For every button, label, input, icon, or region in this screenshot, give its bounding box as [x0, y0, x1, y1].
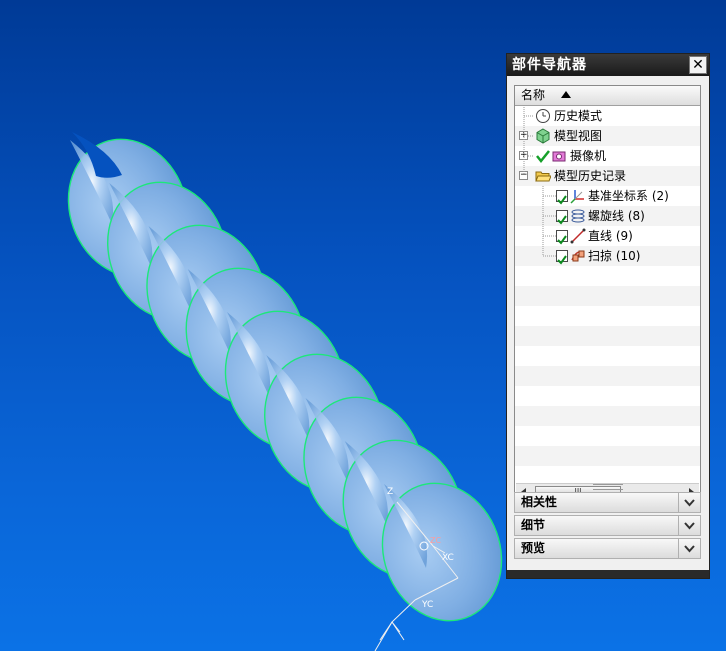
tree-item-label: 基准坐标系 (2) [588, 189, 669, 203]
empty-row [515, 366, 700, 386]
part-navigator-panel: 部件导航器 ✕ 名称 历史模式 + 模型视图 + 摄像机 − 模型历史记录 基准… [506, 53, 710, 579]
column-header-label: 名称 [521, 88, 546, 102]
csys-xc-label: XC [442, 553, 454, 563]
chevron-down-icon[interactable] [678, 539, 700, 558]
tree-item-label: 螺旋线 (8) [588, 209, 645, 223]
section-label: 预览 [521, 541, 546, 555]
section-details[interactable]: 细节 [514, 515, 701, 536]
navigator-tree[interactable]: 名称 历史模式 + 模型视图 + 摄像机 − 模型历史记录 基准坐标系 (2) … [514, 85, 701, 501]
section-label: 细节 [521, 518, 546, 532]
section-preview[interactable]: 预览 [514, 538, 701, 559]
navigator-bottom-bar [507, 570, 709, 578]
tree-connectors [523, 105, 556, 257]
empty-row [515, 346, 700, 366]
navigator-title: 部件导航器 [512, 57, 587, 73]
name-column-header[interactable]: 名称 [515, 86, 700, 106]
sort-ascending-icon[interactable] [561, 91, 571, 98]
empty-row [515, 326, 700, 346]
tree-item-label: 摄像机 [570, 149, 607, 163]
panel-resize-grip[interactable] [593, 484, 623, 490]
empty-row [515, 406, 700, 426]
section-dependencies[interactable]: 相关性 [514, 492, 701, 513]
close-button[interactable]: ✕ [689, 56, 707, 74]
empty-row [515, 266, 700, 286]
empty-row [515, 446, 700, 466]
csys-zc-label: ZC [430, 536, 441, 545]
section-label: 相关性 [521, 495, 558, 509]
tree-item-label: 直线 (9) [588, 229, 633, 243]
csys-yc-label: YC [421, 600, 433, 610]
empty-row [515, 386, 700, 406]
chevron-down-icon[interactable] [678, 493, 700, 512]
navigator-titlebar[interactable]: 部件导航器 ✕ [507, 54, 709, 76]
empty-row [515, 306, 700, 326]
csys-z-label: Z [387, 487, 393, 497]
tree-item-label: 扫掠 (10) [588, 249, 641, 263]
empty-row [515, 286, 700, 306]
empty-row [515, 426, 700, 446]
chevron-down-icon[interactable] [678, 516, 700, 535]
